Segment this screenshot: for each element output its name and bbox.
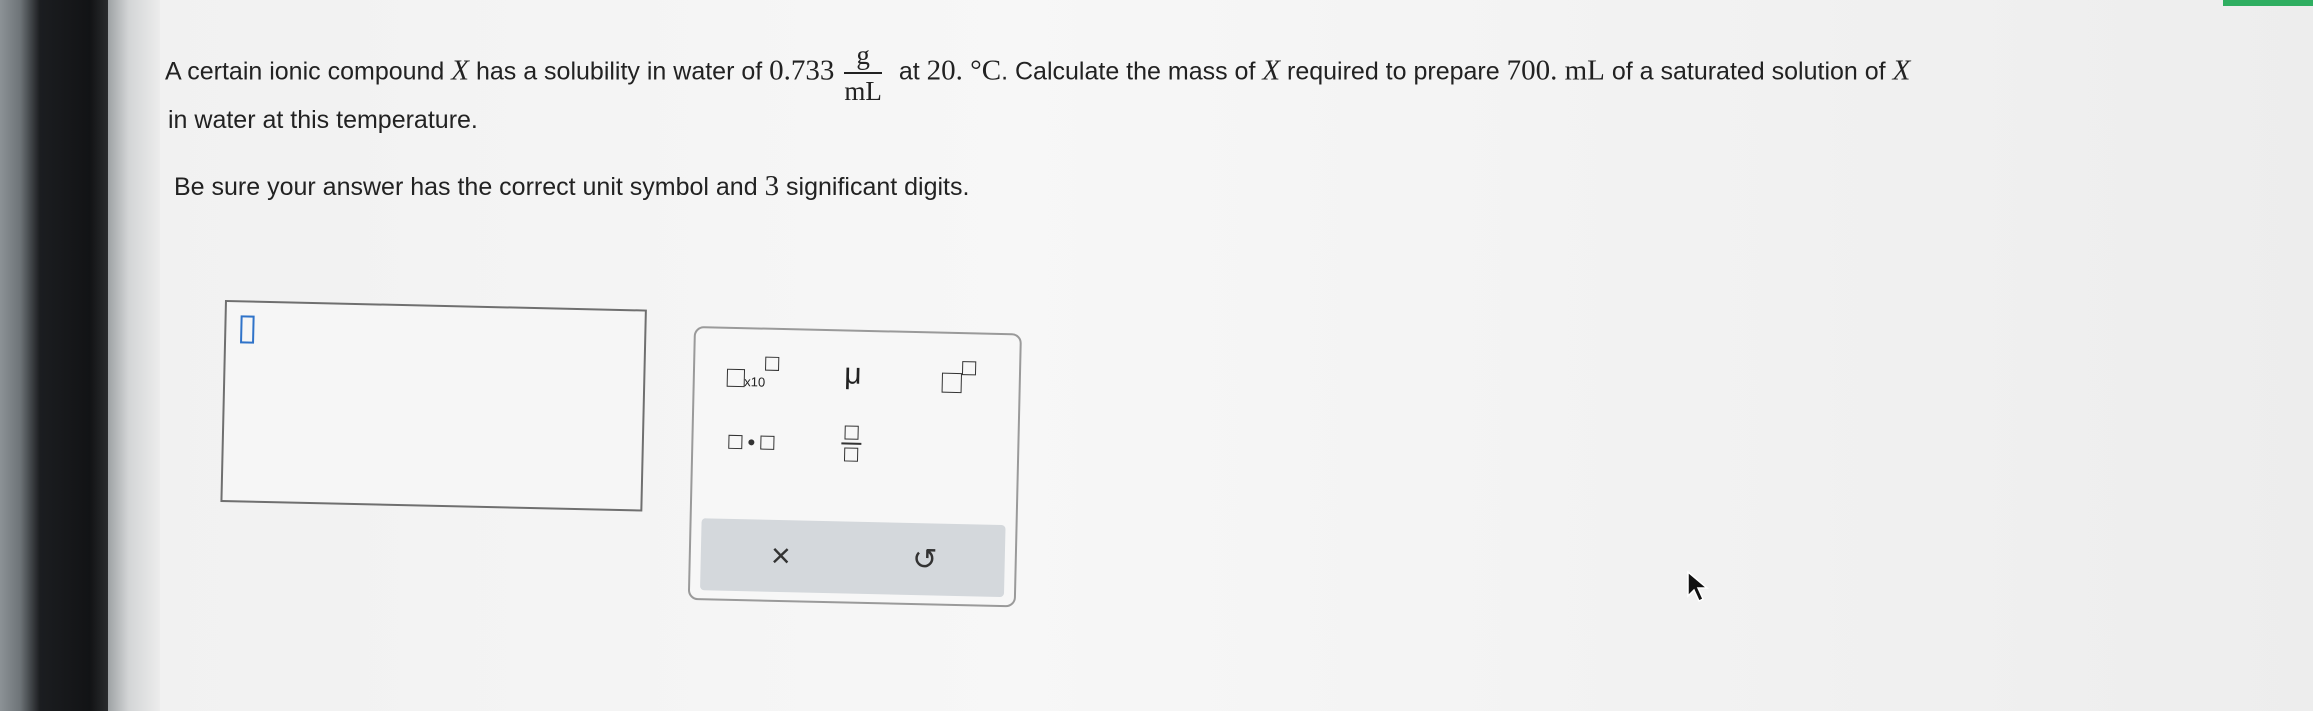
bezel-edge [108, 0, 160, 711]
math-tool-panel: x10 μ × ↺ [687, 326, 1022, 608]
mouse-pointer-icon [1687, 570, 1710, 603]
close-icon: × [770, 536, 792, 575]
scientific-notation-button[interactable]: x10 [714, 346, 791, 398]
question-text: A certain ionic compound X has a solubil… [165, 40, 1911, 106]
left-operand-box-icon [728, 434, 743, 450]
base-box-icon [941, 372, 963, 394]
input-cursor [240, 315, 255, 344]
monitor-bezel [0, 0, 118, 711]
exponent-button[interactable] [928, 351, 989, 402]
right-operand-box-icon [760, 435, 775, 450]
undo-icon: ↺ [911, 542, 938, 577]
mantissa-box-icon [726, 368, 745, 388]
clear-button[interactable]: × [750, 529, 811, 582]
solubility-unit-fraction: g mL [844, 40, 882, 106]
action-bar: × ↺ [700, 518, 1006, 598]
numerator-box-icon [844, 425, 859, 440]
progress-accent-bar [2223, 0, 2313, 6]
answer-input[interactable] [220, 300, 647, 512]
question-text-line2: in water at this temperature. [168, 106, 478, 134]
instruction-text: Be sure your answer has the correct unit… [174, 170, 970, 202]
multiply-dot-button[interactable] [713, 416, 790, 468]
fraction-bar-icon [841, 442, 862, 445]
exponent-box-icon [765, 356, 780, 371]
fraction-button[interactable] [821, 411, 882, 476]
denominator-box-icon [843, 447, 859, 462]
undo-button[interactable]: ↺ [894, 533, 955, 586]
micro-button[interactable]: μ [822, 349, 883, 400]
dot-operator-icon [748, 439, 755, 446]
power-box-icon [961, 361, 977, 376]
